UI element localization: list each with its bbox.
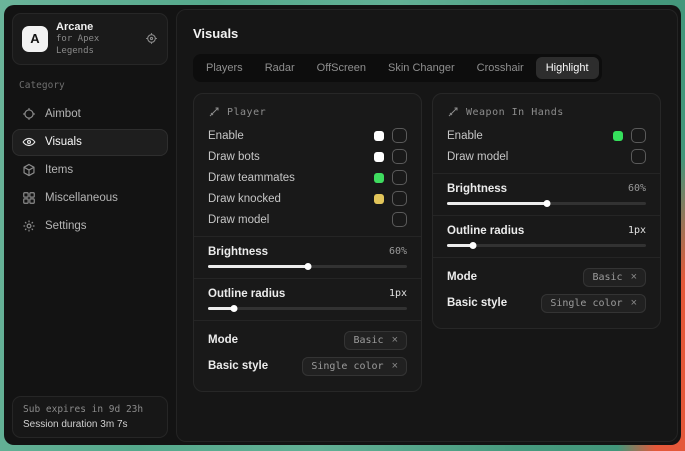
tab-highlight[interactable]: Highlight: [536, 57, 599, 79]
enable-checkbox[interactable]: [392, 128, 407, 143]
brightness-value: 60%: [389, 246, 407, 257]
panel-title: Player: [227, 107, 266, 118]
draw-bots-color-swatch[interactable]: [374, 152, 384, 162]
row-draw-teammates: Draw teammates: [208, 167, 407, 188]
brightness-slider[interactable]: [208, 262, 407, 272]
sidebar-item-label: Aimbot: [45, 108, 81, 120]
draw-teammates-checkbox[interactable]: [392, 170, 407, 185]
mode-tag[interactable]: Basic ×: [583, 268, 646, 287]
row-draw-model: Draw model: [208, 209, 407, 230]
sidebar-item-miscellaneous[interactable]: Miscellaneous: [12, 185, 168, 212]
outline-radius-slider[interactable]: [208, 304, 407, 314]
mode-tag[interactable]: Basic ×: [344, 331, 407, 350]
app-subtitle: for Apex Legends: [56, 34, 137, 57]
enable-color-swatch[interactable]: [374, 131, 384, 141]
sidebar-item-items[interactable]: Items: [12, 157, 168, 184]
category-label: Category: [19, 80, 161, 91]
divider: [194, 278, 421, 279]
tab-players[interactable]: Players: [196, 57, 253, 79]
player-panel: Player Enable Draw bots: [193, 93, 422, 392]
outline-radius-slider[interactable]: [447, 241, 646, 251]
sidebar-item-label: Miscellaneous: [45, 192, 118, 204]
slider-thumb[interactable]: [304, 263, 311, 270]
close-icon[interactable]: ×: [392, 361, 398, 372]
app-header-card: A Arcane for Apex Legends: [12, 13, 168, 65]
main-content: Visuals Players Radar OffScreen Skin Cha…: [176, 9, 678, 442]
session-duration-text: Session duration 3m 7s: [23, 419, 157, 430]
row-enable: Enable: [208, 125, 407, 146]
sub-expires-text: Sub expires in 9d 23h: [23, 404, 157, 415]
brightness-value: 60%: [628, 183, 646, 194]
sword-icon: [208, 106, 220, 118]
app-logo: A: [22, 26, 48, 52]
close-icon[interactable]: ×: [631, 272, 637, 283]
tab-bar: Players Radar OffScreen Skin Changer Cro…: [193, 54, 602, 82]
app-name: Arcane: [56, 20, 137, 34]
draw-model-checkbox[interactable]: [631, 149, 646, 164]
row-basic-style: Basic style Single color ×: [208, 353, 407, 379]
row-draw-model: Draw model: [447, 146, 646, 167]
brightness-slider[interactable]: [447, 199, 646, 209]
enable-checkbox[interactable]: [631, 128, 646, 143]
tab-crosshair[interactable]: Crosshair: [467, 57, 534, 79]
draw-model-checkbox[interactable]: [392, 212, 407, 227]
row-mode: Mode Basic ×: [208, 327, 407, 353]
divider: [433, 215, 660, 216]
close-icon[interactable]: ×: [631, 298, 637, 309]
tab-skin-changer[interactable]: Skin Changer: [378, 57, 465, 79]
sidebar-item-label: Settings: [45, 220, 87, 232]
sidebar-item-settings[interactable]: Settings: [12, 213, 168, 240]
subscription-info-card: Sub expires in 9d 23h Session duration 3…: [12, 396, 168, 438]
draw-knocked-checkbox[interactable]: [392, 191, 407, 206]
basic-style-tag[interactable]: Single color ×: [541, 294, 646, 313]
outline-radius-value: 1px: [389, 288, 407, 299]
sidebar-item-aimbot[interactable]: Aimbot: [12, 101, 168, 128]
tab-radar[interactable]: Radar: [255, 57, 305, 79]
slider-thumb[interactable]: [230, 305, 237, 312]
cube-icon: [22, 163, 36, 177]
row-draw-bots: Draw bots: [208, 146, 407, 167]
divider: [194, 320, 421, 321]
crosshair-icon: [22, 107, 36, 121]
panel-title: Weapon In Hands: [466, 107, 564, 118]
row-mode: Mode Basic ×: [447, 264, 646, 290]
app-window: A Arcane for Apex Legends Category Aimbo…: [4, 5, 681, 445]
eye-icon: [22, 135, 36, 149]
gear-icon: [22, 219, 36, 233]
sidebar-item-label: Visuals: [45, 136, 82, 148]
sidebar: A Arcane for Apex Legends Category Aimbo…: [4, 5, 176, 445]
slider-thumb[interactable]: [469, 242, 476, 249]
divider: [433, 173, 660, 174]
draw-teammates-color-swatch[interactable]: [374, 173, 384, 183]
basic-style-tag[interactable]: Single color ×: [302, 357, 407, 376]
divider: [194, 236, 421, 237]
row-draw-knocked: Draw knocked: [208, 188, 407, 209]
page-title: Visuals: [193, 26, 661, 41]
draw-bots-checkbox[interactable]: [392, 149, 407, 164]
divider: [433, 257, 660, 258]
target-icon[interactable]: [145, 32, 158, 45]
outline-radius-value: 1px: [628, 225, 646, 236]
draw-knocked-color-swatch[interactable]: [374, 194, 384, 204]
row-basic-style: Basic style Single color ×: [447, 290, 646, 316]
slider-thumb[interactable]: [543, 200, 550, 207]
sidebar-item-label: Items: [45, 164, 73, 176]
tab-offscreen[interactable]: OffScreen: [307, 57, 376, 79]
row-enable: Enable: [447, 125, 646, 146]
close-icon[interactable]: ×: [392, 335, 398, 346]
grid-icon: [22, 191, 36, 205]
sword-icon: [447, 106, 459, 118]
sidebar-item-visuals[interactable]: Visuals: [12, 129, 168, 156]
enable-color-swatch[interactable]: [613, 131, 623, 141]
weapon-panel: Weapon In Hands Enable Draw model: [432, 93, 661, 329]
